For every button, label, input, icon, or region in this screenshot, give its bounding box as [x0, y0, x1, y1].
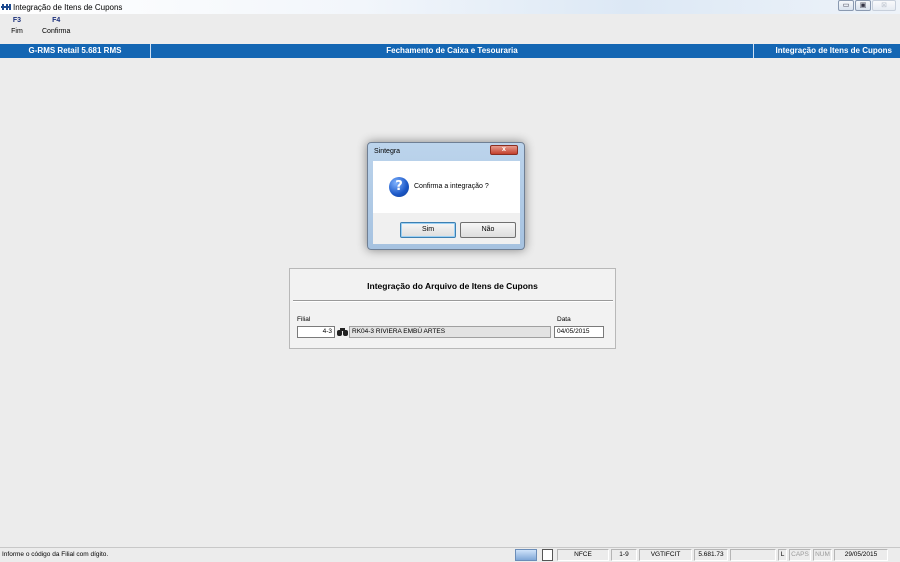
data-label: Data — [557, 316, 571, 323]
product-version: G-RMS Retail 5.681 RMS — [0, 44, 151, 58]
dialog-title: Sintegra — [374, 148, 401, 155]
status-l: L — [778, 549, 787, 561]
dialog-footer: Sim Não — [373, 213, 520, 244]
nao-button[interactable]: Não — [460, 222, 516, 238]
status-program: VGTIFCIT — [639, 549, 692, 561]
status-nfce: NFCE — [557, 549, 609, 561]
maximize-button[interactable]: ▣ — [855, 0, 871, 11]
filial-name-field: RK04-3 RIVIERA EMBÚ ARTES — [349, 326, 551, 338]
fkey-f3: F3 — [12, 17, 22, 24]
status-message: Informe o código da Filial com dígito. — [2, 551, 109, 558]
question-icon: ? — [389, 177, 409, 197]
fkey-f4: F4 — [52, 17, 61, 24]
status-range: 1-9 — [611, 549, 637, 561]
dialog-close-button[interactable]: x — [490, 145, 518, 155]
filial-input[interactable]: 4-3 — [297, 326, 335, 338]
document-icon — [542, 549, 553, 561]
fkey-f4-label: Confirma — [42, 28, 71, 35]
screen-title: Integração de Itens de Cupons — [775, 46, 892, 55]
status-caps: CAPS — [789, 549, 811, 561]
fim-button[interactable]: F3 Fim — [0, 16, 34, 42]
window-title: Integração de Itens de Cupons — [13, 2, 123, 12]
header-band: G-RMS Retail 5.681 RMS Fechamento de Cai… — [0, 44, 900, 58]
window-controls: ▭ ▣ ⊠ — [838, 0, 896, 11]
binoculars-search-icon[interactable] — [337, 327, 348, 337]
integration-form-panel: Integração do Arquivo de Itens de Cupons… — [289, 268, 616, 349]
sim-button[interactable]: Sim — [400, 222, 456, 238]
minimize-button[interactable]: ▭ — [838, 0, 854, 11]
status-empty — [730, 549, 776, 561]
dialog-message: Confirma a integração ? — [414, 183, 489, 190]
function-key-toolbar: F3 Fim F4 Confirma — [0, 16, 78, 42]
network-icon — [515, 549, 537, 561]
module-title: Fechamento de Caixa e Tesouraria — [151, 44, 754, 58]
title-bar: Integração de Itens de Cupons ▭ ▣ ⊠ — [0, 0, 900, 14]
status-bar: Informe o código da Filial com dígito. N… — [0, 547, 900, 562]
close-button[interactable]: ⊠ — [872, 0, 896, 11]
form-divider — [293, 300, 613, 302]
filial-label: Filial — [297, 316, 311, 323]
form-title: Integração do Arquivo de Itens de Cupons — [367, 281, 538, 291]
confirm-dialog: Sintegra x ? Confirma a integração ? Sim… — [367, 142, 525, 250]
app-icon — [1, 4, 11, 10]
status-version: 5.681.73 — [694, 549, 728, 561]
status-date: 29/05/2015 — [834, 549, 888, 561]
dialog-body: ? Confirma a integração ? — [373, 161, 520, 213]
date-input[interactable]: 04/05/2015 — [554, 326, 604, 338]
fkey-f3-label: Fim — [11, 28, 23, 35]
status-num: NUM — [813, 549, 832, 561]
confirma-button[interactable]: F4 Confirma — [42, 16, 70, 42]
